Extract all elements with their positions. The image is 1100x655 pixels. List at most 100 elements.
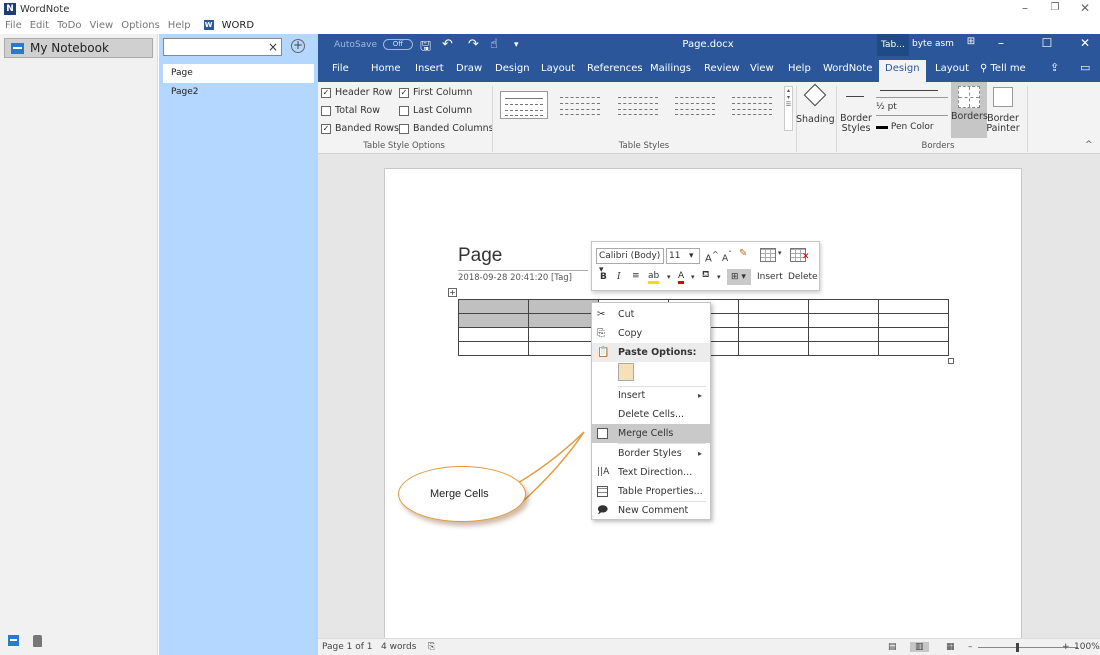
shading-dropdown-icon[interactable]: ▾: [717, 273, 721, 281]
tab-table-design[interactable]: Design: [879, 60, 926, 82]
table-cell[interactable]: [528, 327, 599, 342]
ctx-merge-cells[interactable]: Merge Cells: [592, 424, 710, 443]
table-resize-handle[interactable]: [948, 358, 954, 364]
menu-file[interactable]: File: [5, 20, 22, 31]
tab-help[interactable]: Help: [788, 63, 811, 74]
clear-search-icon[interactable]: ×: [268, 39, 278, 55]
table-cell[interactable]: [528, 313, 599, 328]
table-cell[interactable]: [738, 327, 809, 342]
ctx-delete-cells[interactable]: Delete Cells...: [592, 405, 710, 424]
highlight-icon[interactable]: ab: [648, 271, 660, 284]
touch-mode-icon[interactable]: ☝: [490, 37, 498, 52]
shading-label[interactable]: Shading: [796, 115, 835, 125]
insert-table-icon[interactable]: [760, 248, 776, 262]
menu-todo[interactable]: ToDo: [57, 20, 81, 31]
shrink-font-icon[interactable]: Aˇ: [722, 250, 732, 264]
page-item[interactable]: Page2: [163, 83, 314, 102]
comments-icon[interactable]: ▭: [1080, 61, 1090, 74]
font-name-dropdown[interactable]: Calibri (Body) ▾: [596, 248, 664, 275]
customize-qat-icon[interactable]: ▾: [514, 40, 519, 50]
word-minimize-icon[interactable]: –: [988, 36, 1014, 50]
highlight-dropdown-icon[interactable]: ▾: [667, 273, 671, 281]
table-cell[interactable]: [738, 299, 809, 314]
bold-icon[interactable]: B: [600, 272, 607, 282]
trash-icon[interactable]: [33, 635, 42, 647]
table-cell[interactable]: [458, 299, 529, 314]
table-cell[interactable]: [878, 327, 949, 342]
insert-button[interactable]: Insert: [757, 272, 783, 282]
page-count[interactable]: Page 1 of 1: [322, 642, 373, 652]
ctx-cut[interactable]: ✂ Cut: [592, 305, 710, 324]
tab-tell-me[interactable]: ⚲ Tell me: [980, 63, 1026, 74]
grow-font-icon[interactable]: A^: [705, 249, 719, 264]
border-painter-button[interactable]: Border Painter: [986, 114, 1020, 134]
autosave-toggle[interactable]: AutoSave Off: [334, 39, 413, 50]
ctx-table-properties[interactable]: Table Properties...: [592, 482, 710, 501]
tab-design[interactable]: Design: [495, 63, 530, 74]
line-weight-dropdown[interactable]: ½ pt: [876, 102, 948, 116]
gallery-scroll[interactable]: ▴ ▾ ☰: [784, 86, 793, 131]
table-cell[interactable]: [808, 341, 879, 356]
center-align-icon[interactable]: ≡: [632, 271, 640, 281]
tab-table-layout[interactable]: Layout: [935, 63, 969, 74]
tab-home[interactable]: Home: [371, 63, 401, 74]
insert-table-dropdown-icon[interactable]: ▾: [778, 249, 782, 257]
tab-references[interactable]: References: [587, 63, 643, 74]
table-cell[interactable]: [808, 327, 879, 342]
user-name[interactable]: byte asm: [912, 39, 954, 49]
border-styles-button[interactable]: Border Styles: [839, 114, 873, 134]
menu-options[interactable]: Options: [121, 20, 160, 31]
page-heading[interactable]: Page: [458, 245, 502, 267]
notebook-item[interactable]: My Notebook: [4, 38, 153, 58]
italic-icon[interactable]: I: [617, 272, 621, 282]
ctx-new-comment[interactable]: 🗩 New Comment: [592, 501, 710, 520]
menu-help[interactable]: Help: [168, 20, 191, 31]
table-move-handle[interactable]: +: [448, 288, 457, 297]
add-page-icon[interactable]: +: [291, 39, 305, 53]
tab-wordnote[interactable]: WordNote: [823, 63, 872, 74]
proofing-icon[interactable]: ⎘: [428, 642, 435, 652]
menu-edit[interactable]: Edit: [30, 20, 49, 31]
zoom-slider-thumb[interactable]: [1016, 643, 1019, 652]
zoom-out-icon[interactable]: –: [968, 642, 973, 652]
tab-file[interactable]: File: [332, 63, 349, 74]
table-cell[interactable]: [808, 299, 879, 314]
tab-view[interactable]: View: [750, 63, 774, 74]
table-cell[interactable]: [808, 313, 879, 328]
table-cell[interactable]: [458, 327, 529, 342]
page-search-input[interactable]: ×: [163, 38, 282, 56]
word-close-icon[interactable]: ✕: [1072, 36, 1098, 50]
share-icon[interactable]: ⇪: [1050, 61, 1059, 74]
word-maximize-icon[interactable]: ☐: [1034, 36, 1060, 50]
restore-icon[interactable]: ❐: [1040, 0, 1070, 18]
table-style-thumbnail[interactable]: [556, 91, 604, 119]
total-row-checkbox[interactable]: Total Row: [321, 105, 380, 116]
web-layout-icon[interactable]: ▦: [946, 642, 955, 652]
table-cell[interactable]: [878, 341, 949, 356]
redo-icon[interactable]: ↷: [468, 37, 479, 52]
table-style-thumbnail[interactable]: [500, 91, 548, 119]
table-style-thumbnail[interactable]: [728, 91, 776, 119]
pen-color-dropdown[interactable]: Pen Color: [876, 120, 948, 134]
page-item[interactable]: Page: [163, 64, 314, 83]
minimize-icon[interactable]: –: [1010, 0, 1040, 18]
last-column-checkbox[interactable]: Last Column: [399, 105, 472, 116]
word-tab[interactable]: W WORD: [199, 20, 257, 31]
ribbon-display-icon[interactable]: ⊞: [958, 36, 984, 47]
read-mode-icon[interactable]: ▤: [888, 642, 897, 652]
table-cell[interactable]: [738, 313, 809, 328]
ctx-copy[interactable]: ⎘ Copy: [592, 324, 710, 343]
banded-columns-checkbox[interactable]: Banded Columns: [399, 123, 494, 134]
delete-button[interactable]: Delete: [788, 272, 818, 282]
table-cell[interactable]: [458, 341, 529, 356]
paste-keep-text-icon[interactable]: [618, 363, 634, 381]
shading-mini-icon[interactable]: ⛾: [702, 270, 709, 281]
ctx-border-styles[interactable]: Border Styles ▸: [592, 444, 710, 463]
print-layout-icon[interactable]: ▥: [910, 642, 929, 652]
zoom-in-icon[interactable]: +: [1062, 642, 1070, 652]
font-size-dropdown[interactable]: 11 ▾: [666, 248, 700, 264]
tab-review[interactable]: Review: [704, 63, 740, 74]
close-icon[interactable]: ✕: [1070, 0, 1100, 18]
ctx-insert[interactable]: Insert ▸: [592, 386, 710, 405]
collapse-ribbon-icon[interactable]: ^: [1085, 140, 1093, 150]
